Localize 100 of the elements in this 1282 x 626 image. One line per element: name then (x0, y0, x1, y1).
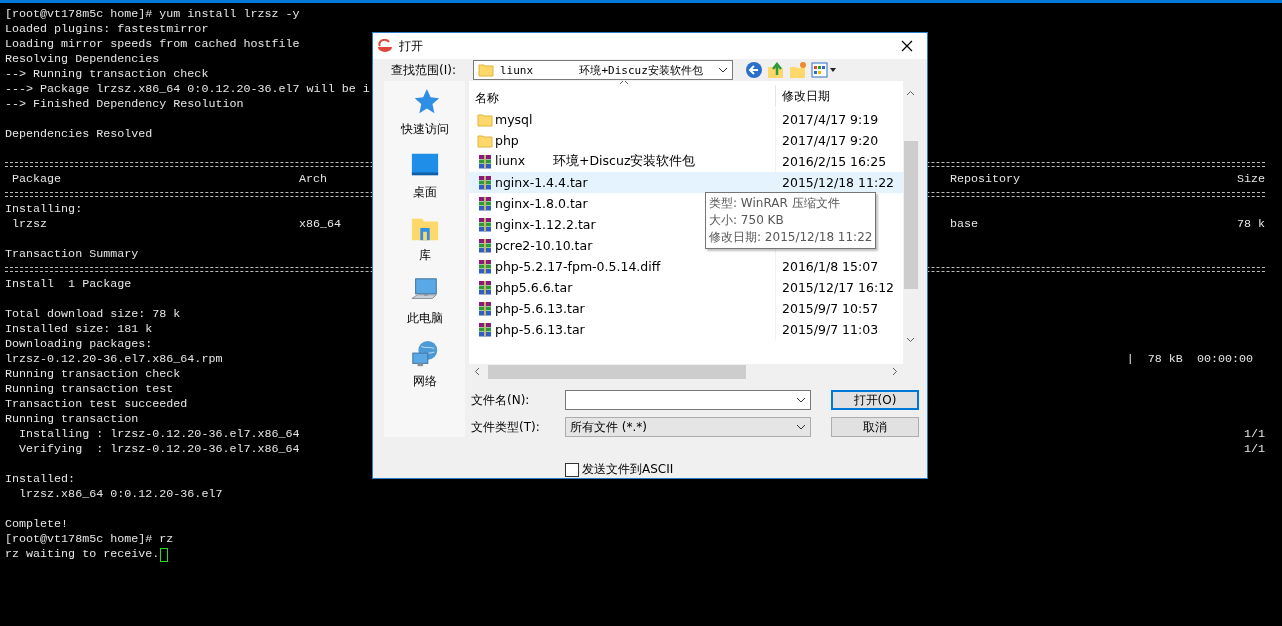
tooltip: 类型: WinRAR 压缩文件 大小: 750 KB 修改日期: 2015/12/18 11:22 (705, 192, 877, 249)
file-name: nginx-1.12.2.tar (495, 217, 596, 232)
terminal-text: --> Finished Dependency Resolution (5, 97, 244, 112)
file-name: nginx-1.8.0.tar (495, 196, 588, 211)
file-name: pcre2-10.10.tar (495, 238, 593, 253)
place-item[interactable]: 库 (389, 213, 460, 264)
terminal-text: Installed: (5, 472, 76, 487)
terminal-text: [root@vt178m5c home]# rz (5, 532, 174, 547)
column-header[interactable]: 名称 (469, 90, 775, 107)
books-icon (477, 216, 493, 233)
close-icon (901, 40, 913, 52)
terminal-text: Resolving Dependencies (5, 52, 160, 67)
folder-icon (477, 132, 493, 149)
terminal-text: Running transaction check (5, 367, 181, 382)
terminal-text: Package (11, 172, 62, 187)
terminal-text: x86_64 (299, 217, 342, 232)
terminal-text: 1/1 (1243, 442, 1265, 457)
terminal-text: 78 k (1236, 217, 1265, 232)
caret-icon (796, 424, 806, 430)
file-name: php-5.6.13.tar (495, 322, 585, 337)
network-icon (409, 339, 440, 369)
back-icon[interactable] (745, 61, 763, 79)
terminal-text: 1/1 (1243, 427, 1265, 442)
scroll-right-icon[interactable] (890, 367, 899, 376)
books-icon (477, 279, 493, 296)
terminal-text: Repository (950, 172, 1021, 187)
terminal-text: Downloading packages: (5, 337, 153, 352)
file-name: mysql (495, 112, 533, 127)
file-name: liunx 环境+Discuz安装软件包 (495, 153, 696, 170)
file-date: 2015/9/7 11:03 (782, 322, 879, 337)
terminal-text: Transaction test succeeded (5, 397, 188, 412)
checkbox[interactable] (565, 462, 579, 477)
terminal-text: Loaded plugins: fastestmirror (5, 22, 209, 37)
terminal-text: lrzsz-0.12.20-36.el7.x86_64.rpm (5, 352, 223, 367)
file-name: php-5.2.17-fpm-0.5.14.diff (495, 259, 661, 274)
terminal-text: ---> Package lrzsz.x86_64 0:0.12.20-36.el7 will be i (5, 82, 370, 97)
cancel-button[interactable]: 取消 (831, 417, 919, 437)
place-item[interactable]: 快速访问 (389, 87, 460, 138)
look-in-label: 查找范围(I): (391, 61, 457, 79)
terminal-text: Size (1236, 172, 1265, 187)
terminal-text: Loading mirror speeds from cached hostfile (5, 37, 300, 52)
checkbox-label: 发送文件到ASCII (582, 461, 674, 478)
books-icon (477, 174, 493, 191)
scroll-up-icon[interactable] (906, 89, 915, 98)
file-name: php-5.6.13.tar (495, 301, 585, 316)
file-type-label: 文件类型(T): (471, 418, 541, 436)
file-date: 2017/4/17 9:20 (782, 133, 879, 148)
folder-icon (478, 62, 494, 78)
terminal-text: Running transaction test (5, 382, 174, 397)
file-date: 2015/9/7 10:57 (782, 301, 879, 316)
look-in-dropdown[interactable]: liunx 环境+Discuz安装软件包 (473, 60, 733, 80)
books-icon (477, 300, 493, 317)
file-name: php5.6.6.tar (495, 280, 573, 295)
terminal-text: Verifying : lrzsz-0.12.20-36.el7.x86_64 (18, 442, 300, 457)
file-date: 2016/2/15 16:25 (782, 154, 887, 169)
terminal-text: base (950, 217, 979, 232)
terminal-text: --> Running transaction check (5, 67, 209, 82)
caret-icon (796, 397, 806, 403)
terminal-text: Running transaction (5, 412, 139, 427)
books-icon (477, 153, 493, 170)
open-button[interactable]: 打开(O) (831, 390, 919, 410)
terminal-text: Installed size: 181 k (5, 322, 153, 337)
books-icon (477, 195, 493, 212)
terminal-text: | 78 kB 00:00:00 (1126, 352, 1253, 367)
file-row[interactable]: nginx-1.4.4.tar 2015/12/18 11:22 (469, 172, 903, 193)
terminal-text: [root@vt178m5c home]# yum install lrzsz -y (5, 7, 300, 22)
terminal-text: Install 1 Package (5, 277, 132, 292)
file-name: php (495, 133, 519, 148)
file-type-dropdown[interactable]: 所有文件 (*.*) (565, 417, 811, 437)
books-icon (477, 258, 493, 275)
terminal-text: Installing : lrzsz-0.12.20-36.el7.x86_64 (18, 427, 300, 442)
terminal-text: Transaction Summary (5, 247, 139, 262)
books-icon (477, 237, 493, 254)
terminal-text: lrzsz.x86_64 0:0.12.20-36.el7 (18, 487, 223, 502)
place-item[interactable]: 网络 (389, 339, 460, 390)
terminal-text: Complete! (5, 517, 69, 532)
scroll-left-icon[interactable] (473, 367, 482, 376)
place-item[interactable]: 桌面 (389, 150, 460, 201)
file-name: nginx-1.4.4.tar (495, 175, 588, 190)
terminal-text: lrzsz (11, 217, 48, 232)
file-name-label: 文件名(N): (471, 391, 531, 409)
terminal-text: Dependencies Resolved (5, 127, 153, 142)
window-title: 打开 (399, 37, 424, 55)
scroll-down-icon[interactable] (906, 335, 915, 344)
terminal-text: Total download size: 78 k (5, 307, 181, 322)
books-icon (477, 321, 493, 338)
file-date: 2015/12/17 16:12 (782, 280, 895, 295)
file-name-field[interactable] (565, 390, 811, 410)
place-item[interactable]: 此电脑 (389, 276, 460, 327)
up-folder-icon[interactable] (767, 61, 785, 79)
file-date: 2015/12/18 11:22 (782, 175, 895, 190)
caret-icon (718, 67, 728, 73)
file-date: 2017/4/17 9:19 (782, 112, 879, 127)
app-icon (377, 39, 393, 53)
folder-icon (477, 111, 493, 128)
terminal-text: Installing: (5, 202, 83, 217)
terminal-text: rz waiting to receive. (5, 547, 160, 562)
terminal-text: Arch (299, 172, 328, 187)
file-date: 2016/1/8 15:07 (782, 259, 879, 274)
view-menu-icon[interactable] (811, 61, 837, 79)
